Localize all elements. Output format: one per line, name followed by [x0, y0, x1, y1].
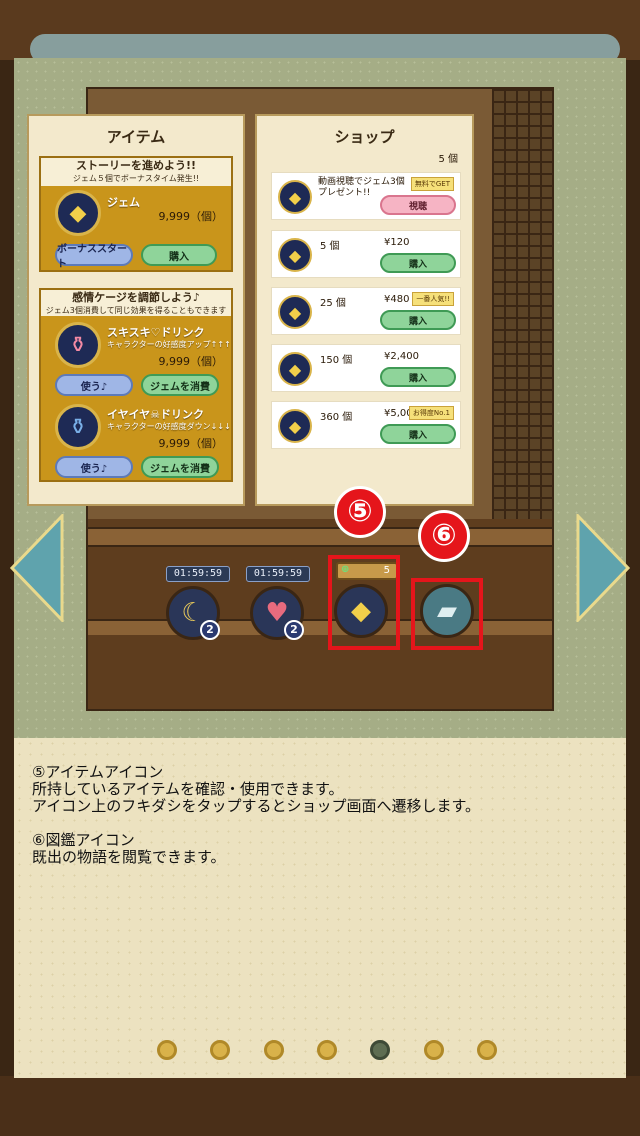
moon-count-badge: 2	[200, 620, 220, 640]
gem-buy-button[interactable]: 購入	[141, 244, 217, 266]
wooden-rail	[88, 527, 552, 547]
page-indicator	[157, 1040, 497, 1062]
free-tag: 無料でGET	[410, 177, 454, 191]
next-page-arrow-icon[interactable]	[576, 514, 630, 622]
best-value-tag: お得度No.1	[408, 406, 454, 420]
gem-icon: ◆	[278, 238, 312, 272]
drink-desc: キャラクターの好感度アップ↑↑↑	[107, 340, 231, 349]
drink-use-button[interactable]: 使う♪	[55, 456, 133, 478]
drink-gem-button[interactable]: ジェムを消費	[141, 374, 219, 396]
owned-gem-count: 5 個	[438, 154, 458, 165]
description-heading-5: ⑤アイテムアイコン	[32, 763, 164, 781]
prev-page-arrow-icon[interactable]	[10, 514, 64, 622]
shop-buy-button[interactable]: 購入	[380, 424, 456, 444]
item-window: アイテム ストーリーを進めよう!! ジェム５個でボーナスタイム発生!! ◆ ジェ…	[27, 114, 245, 506]
description-line: 所持しているアイテムを確認・使用できます。	[32, 780, 344, 798]
shop-buy-button[interactable]: 購入	[380, 310, 456, 330]
shop-row: ◆ 360 個 ¥5,000 お得度No.1 購入	[271, 401, 461, 449]
gem-count: 9,999（個）	[158, 210, 224, 223]
pink-potion-icon: ⚱	[55, 322, 101, 368]
shop-row: ◆ 5 個 ¥120 購入	[271, 230, 461, 278]
emotion-box: 感情ケージを調節しよう♪ ジェム3個消費して同じ効果を得ることもできます ⚱ ス…	[39, 288, 233, 482]
page-dot[interactable]	[423, 1040, 444, 1060]
drink-desc: キャラクターの好感度ダウン↓↓↓	[107, 422, 231, 431]
shop-qty: 360 個	[320, 412, 353, 423]
watch-video-button[interactable]: 視聴	[380, 195, 456, 215]
gem-icon: ◆	[278, 352, 312, 386]
heart-count-badge: 2	[284, 620, 304, 640]
shop-qty: 5 個	[320, 241, 340, 252]
bonus-start-button[interactable]: ボーナススタート	[55, 244, 133, 270]
drink-name: スキスキ♡ドリンク	[107, 326, 205, 339]
shop-buy-button[interactable]: 購入	[380, 253, 456, 273]
drink-count: 9,999（個）	[158, 437, 224, 450]
shop-row: ◆ 150 個 ¥2,400 購入	[271, 344, 461, 392]
drink-count: 9,999（個）	[158, 355, 224, 368]
emotion-box-heading: 感情ケージを調節しよう♪	[72, 291, 200, 304]
gem-box: ストーリーを進めよう!! ジェム５個でボーナスタイム発生!! ◆ ジェム 9,9…	[39, 156, 233, 272]
gem-name: ジェム	[107, 196, 140, 209]
gem-icon: ◆	[278, 409, 312, 443]
blue-potion-icon: ⚱	[55, 404, 101, 450]
description-line: アイコン上のフキダシをタップするとショップ画面へ遷移します。	[32, 797, 481, 815]
shop-window: ショップ 5 個 ◆ 動画視聴でジェム3個プレゼント!! 無料でGET 視聴 ◆…	[255, 114, 474, 506]
drink-name: イヤイヤ☠ドリンク	[107, 408, 204, 421]
shop-row: ◆ 25 個 ¥480 一番人気!! 購入	[271, 287, 461, 335]
drink-gem-button[interactable]: ジェムを消費	[141, 456, 219, 478]
page-dot[interactable]	[210, 1040, 231, 1060]
marker-6: ⑥	[418, 510, 470, 562]
shop-price: ¥480	[384, 294, 410, 305]
page-dot[interactable]	[157, 1040, 177, 1060]
shop-price: ¥120	[384, 237, 410, 248]
gem-icon: ◆	[55, 190, 101, 236]
highlight-book-icon	[411, 578, 483, 650]
highlight-item-icon	[328, 555, 400, 650]
timer-moon: 01:59:59	[166, 566, 230, 582]
page-dot[interactable]	[263, 1040, 284, 1060]
background-bottom	[0, 1076, 640, 1136]
gem-icon: ◆	[278, 180, 312, 214]
description-heading-6: ⑥図鑑アイコン	[32, 831, 135, 849]
gem-box-subheading: ジェム５個でボーナスタイム発生!!	[72, 174, 200, 183]
marker-5: ⑤	[334, 486, 386, 538]
drink-use-button[interactable]: 使う♪	[55, 374, 133, 396]
popular-tag: 一番人気!!	[412, 292, 454, 306]
gem-icon: ◆	[278, 295, 312, 329]
gem-box-heading: ストーリーを進めよう!!	[75, 159, 197, 172]
shop-qty: 25 個	[320, 298, 346, 309]
video-reward-row: ◆ 動画視聴でジェム3個プレゼント!! 無料でGET 視聴	[271, 172, 461, 220]
shop-qty: 150 個	[320, 355, 353, 366]
shop-buy-button[interactable]: 購入	[380, 367, 456, 387]
page-dot[interactable]	[476, 1040, 497, 1060]
description: ⑤アイテムアイコン 所持しているアイテムを確認・使用できます。 アイコン上のフキ…	[32, 764, 602, 866]
shop-price: ¥2,400	[384, 351, 419, 362]
description-line: 既出の物語を閲覧できます。	[32, 848, 226, 866]
item-window-title: アイテム	[106, 128, 166, 146]
shop-window-title: ショップ	[334, 128, 395, 146]
page-dot-active[interactable]	[370, 1040, 391, 1060]
lattice-window	[492, 89, 552, 519]
page-dot[interactable]	[316, 1040, 337, 1060]
emotion-box-subheading: ジェム3個消費して同じ効果を得ることもできます	[45, 306, 227, 315]
timer-heart: 01:59:59	[246, 566, 310, 582]
